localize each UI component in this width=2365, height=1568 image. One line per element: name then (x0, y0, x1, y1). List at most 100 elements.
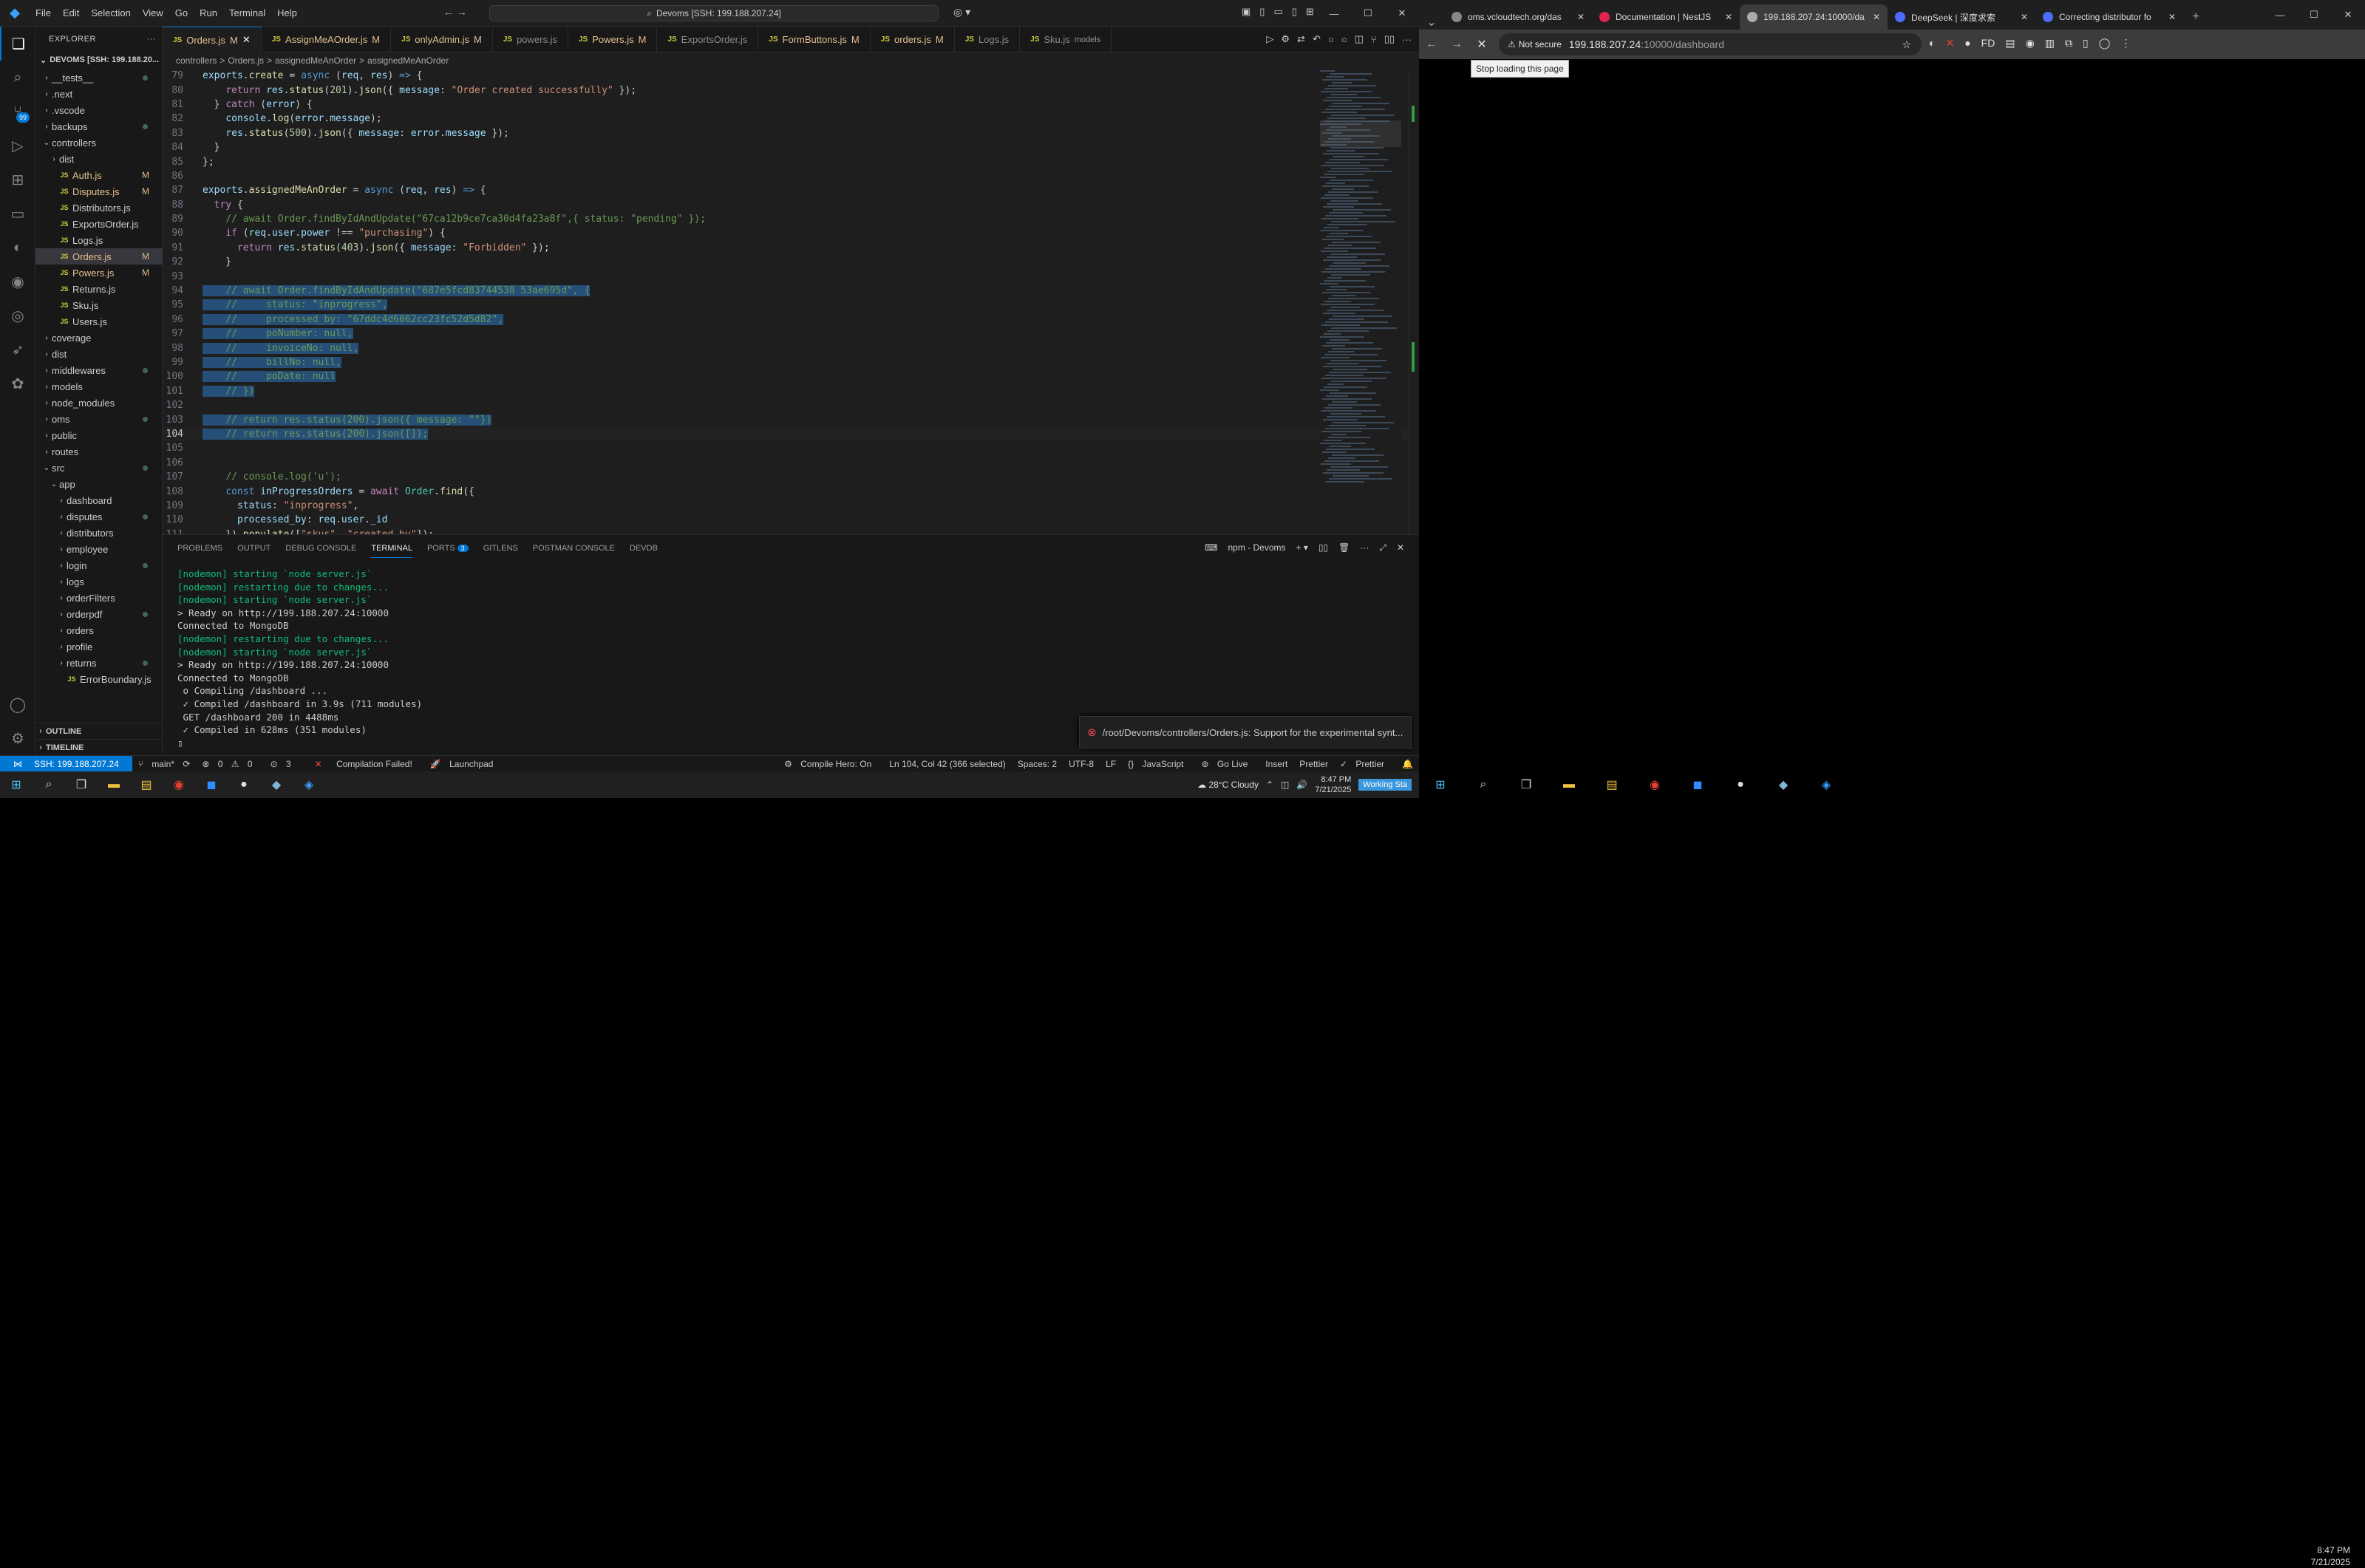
ports-indicator[interactable]: ⊙ 3 (265, 759, 303, 769)
menu-item-go[interactable]: Go (169, 7, 194, 18)
circle-icon[interactable]: ○ (1328, 34, 1334, 45)
problems-indicator[interactable]: ⊗ 0 ⚠ 0 (196, 759, 264, 769)
code-line[interactable]: 85}; (163, 154, 1419, 168)
panel-tab-output[interactable]: OUTPUT (237, 544, 270, 553)
editor-scrollbar[interactable] (1409, 69, 1419, 534)
folder-item[interactable]: › dashboard (35, 492, 163, 508)
outline-section[interactable]: › OUTLINE (35, 723, 163, 739)
panel-tab-postman-console[interactable]: POSTMAN CONSOLE (533, 544, 615, 553)
extension-icon-1[interactable]: ◐ (1929, 37, 1935, 50)
devdb-icon[interactable]: ◎ (0, 299, 35, 333)
chrome-window-controls[interactable]: — ☐ ✕ (2263, 0, 2365, 30)
folder-item[interactable]: › coverage (35, 330, 163, 346)
folder-item[interactable]: › dist (35, 346, 163, 362)
folder-item[interactable]: › routes (35, 443, 163, 460)
circle-icon-2[interactable]: ○ (1341, 34, 1347, 45)
prettier-check[interactable]: ✓ Prettier (1334, 759, 1396, 769)
code-line[interactable]: 101 // }) (163, 384, 1419, 398)
insert-mode[interactable]: Insert (1259, 759, 1293, 769)
split-editor-icon[interactable]: ▯▯ (1384, 33, 1395, 45)
folder-item[interactable]: › orders (35, 622, 163, 638)
explorer-icon[interactable]: ❏ (0, 27, 35, 61)
close-tab-icon[interactable]: ✕ (1725, 12, 1732, 22)
code-line[interactable]: 103 // return res.status(200).json({ mes… (163, 412, 1419, 426)
source-control-icon[interactable]: ⑂ 99 (0, 95, 35, 129)
menu-item-edit[interactable]: Edit (57, 7, 85, 18)
task-view-icon[interactable]: ❐ (65, 771, 98, 798)
file-item[interactable]: JS ExportsOrder.js (35, 216, 163, 232)
folder-item[interactable]: › employee (35, 541, 163, 557)
vscode-taskbar-icon[interactable]: ◈ (293, 771, 325, 798)
live-share-icon[interactable]: ➶ (0, 333, 35, 367)
browser-tab[interactable]: DeepSeek | 深度求索 ✕ (1888, 4, 2035, 30)
compare-icon[interactable]: ⇄ (1297, 33, 1305, 45)
menu-item-help[interactable]: Help (271, 7, 303, 18)
panel-tab-gitlens[interactable]: GITLENS (483, 544, 518, 553)
windows-start-icon[interactable]: ⊞ (0, 771, 33, 798)
folder-item[interactable]: › models (35, 378, 163, 395)
breadcrumb-item[interactable]: Orders.js (228, 55, 264, 66)
eol[interactable]: LF (1100, 759, 1122, 769)
browser-tab[interactable]: 199.188.207.24:10000/da ✕ (1740, 4, 1888, 30)
code-line[interactable]: 100 // poDate: null (163, 369, 1419, 384)
back-icon[interactable]: ← (1419, 38, 1444, 51)
remote-indicator[interactable]: ⋈ SSH: 199.188.207.24 (0, 755, 132, 772)
store-icon[interactable]: ▤ (1590, 771, 1633, 798)
code-line[interactable]: 102 (163, 398, 1419, 412)
copilot-icon[interactable]: ◎ ▾ (953, 6, 970, 18)
folder-item[interactable]: ⌄ app (35, 476, 163, 492)
editor-tab[interactable]: JS ExportsOrder.js (657, 27, 759, 52)
panel-tab-problems[interactable]: PROBLEMS (177, 544, 222, 553)
menu-item-view[interactable]: View (137, 7, 169, 18)
vscode-taskbar-icon[interactable]: ◈ (1805, 771, 1848, 798)
close-tab-icon[interactable]: ✕ (2168, 12, 2176, 22)
chrome-icon[interactable]: ◉ (1633, 771, 1676, 798)
folder-item[interactable]: › distributors (35, 525, 163, 541)
menu-item-terminal[interactable]: Terminal (223, 7, 271, 18)
file-item[interactable]: JS Sku.js (35, 297, 163, 313)
account-icon[interactable]: ◯ (0, 687, 35, 721)
panel-actions[interactable]: ⌨ npm - Devoms + ▾ ▯▯ 🗑 ··· ⤢ ✕ (1205, 542, 1404, 553)
code-line[interactable]: 86 (163, 169, 1419, 183)
code-line[interactable]: 80 return res.status(201).json({ message… (163, 83, 1419, 97)
folder-item[interactable]: › middlewares (35, 362, 163, 378)
tab-search-icon[interactable]: ⌄ (1419, 15, 1444, 30)
code-line[interactable]: 108 const inProgressOrders = await Order… (163, 484, 1419, 498)
branch-indicator[interactable]: ⑂ main* ⟳ (132, 759, 197, 769)
minimap[interactable] (1320, 69, 1401, 534)
folder-item[interactable]: › orderFilters (35, 590, 163, 606)
sidebar-icon[interactable]: ▯ (2083, 37, 2089, 50)
folder-item[interactable]: › dist (35, 151, 163, 167)
code-line[interactable]: 82 console.log(error.message); (163, 112, 1419, 126)
more-icon[interactable]: ··· (1402, 34, 1412, 45)
terminal-output[interactable]: [nodemon] starting `node server.js` [node… (177, 567, 422, 749)
code-line[interactable]: 94 // await Order.findByIdAndUpdate("687… (163, 284, 1419, 298)
chrome-icon[interactable]: ◉ (163, 771, 195, 798)
code-line[interactable]: 83 res.status(500).json({ message: error… (163, 126, 1419, 140)
code-line[interactable]: 90 if (req.user.power !== "purchasing") … (163, 226, 1419, 240)
close-tab-icon[interactable]: ✕ (242, 34, 251, 46)
file-explorer-icon[interactable]: ▬ (1548, 771, 1590, 798)
panel-tab-debug-console[interactable]: DEBUG CONSOLE (285, 544, 356, 553)
git-icon[interactable]: ⑂ (1371, 34, 1377, 45)
timeline-section[interactable]: › TIMELINE (35, 739, 163, 755)
gitlens-icon[interactable]: ◐ (0, 231, 35, 265)
folder-item[interactable]: › disputes (35, 508, 163, 525)
open-changes-icon[interactable]: ◫ (1355, 33, 1364, 45)
run-icon[interactable]: ▷ (1266, 33, 1273, 45)
file-item[interactable]: JS Auth.js M (35, 167, 163, 183)
panel-tab-devdb[interactable]: DEVDB (630, 544, 658, 553)
breadcrumb-item[interactable]: assignedMeAnOrder (275, 55, 356, 66)
extension-icon-2[interactable]: ✕ (1945, 37, 1954, 50)
editor-tab[interactable]: JS Logs.js (955, 27, 1021, 52)
close-tab-icon[interactable]: ✕ (1577, 12, 1585, 22)
profile-avatar[interactable]: ◯ (2099, 37, 2111, 50)
clock-secondary[interactable]: 8:47 PM 7/21/2025 (2311, 1544, 2350, 1568)
code-editor[interactable]: 79 exports.create = async (req, res) => {… (163, 69, 1419, 534)
tray-chevron-icon[interactable]: ⌃ (1266, 780, 1273, 790)
terminal-cursor[interactable]: ▯ (177, 737, 422, 750)
remote-explorer-icon[interactable]: ▭ (0, 197, 35, 231)
extensions-icon[interactable]: ⊞ (0, 163, 35, 197)
editor-tab[interactable]: JS Orders.js M ✕ (163, 27, 262, 52)
folder-item[interactable]: › logs (35, 573, 163, 590)
